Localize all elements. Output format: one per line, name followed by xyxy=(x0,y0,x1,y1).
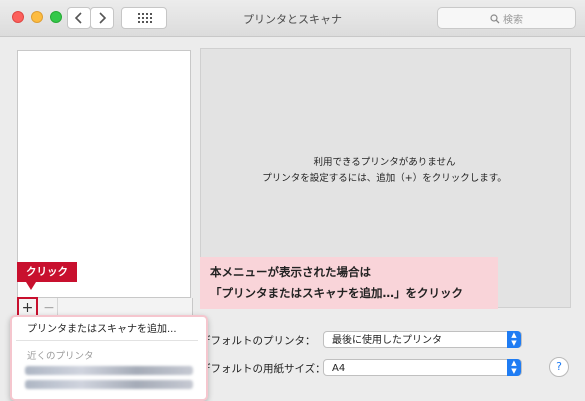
search-field[interactable]: 検索 xyxy=(437,7,576,29)
click-callout-tail xyxy=(26,282,36,290)
instruction-line2: 「プリンタまたはスキャナを追加…」をクリック xyxy=(210,286,463,300)
chevron-updown-icon: ▲ ▼ xyxy=(507,359,521,376)
empty-state-line2: プリンタを設定するには、追加（+）をクリックします。 xyxy=(262,173,507,184)
default-printer-value: 最後に使用したプリンタ xyxy=(332,335,442,346)
instruction-line1: 本メニューが表示された場合は xyxy=(210,265,371,279)
menu-header-nearby: 近くのプリンタ xyxy=(27,351,94,362)
nearby-printer-item[interactable] xyxy=(25,366,193,375)
chevron-updown-icon: ▲ ▼ xyxy=(507,331,521,348)
click-callout: クリック xyxy=(17,262,77,282)
empty-state-message: 利用できるプリンタがありません プリンタを設定するには、追加（+）をクリックしま… xyxy=(200,155,569,187)
search-placeholder: 検索 xyxy=(503,15,523,26)
empty-state-line1: 利用できるプリンタがありません xyxy=(313,157,456,168)
default-printer-select[interactable]: 最後に使用したプリンタ ▲ ▼ xyxy=(323,331,522,348)
nearby-printer-item[interactable] xyxy=(25,380,193,389)
default-paper-select[interactable]: A4 ▲ ▼ xyxy=(323,359,522,376)
default-paper-value: A4 xyxy=(332,363,346,374)
menu-item-add-printer[interactable]: プリンタまたはスキャナを追加... xyxy=(27,320,177,335)
help-icon[interactable]: ? xyxy=(549,357,569,377)
add-printer-button[interactable]: + xyxy=(17,297,38,317)
default-paper-label: デフォルトの用紙サイズ： xyxy=(200,363,326,375)
default-printer-label: デフォルトのプリンタ： xyxy=(200,335,316,347)
search-icon xyxy=(490,14,500,24)
printer-list[interactable] xyxy=(17,50,191,298)
menu-divider xyxy=(16,340,198,341)
